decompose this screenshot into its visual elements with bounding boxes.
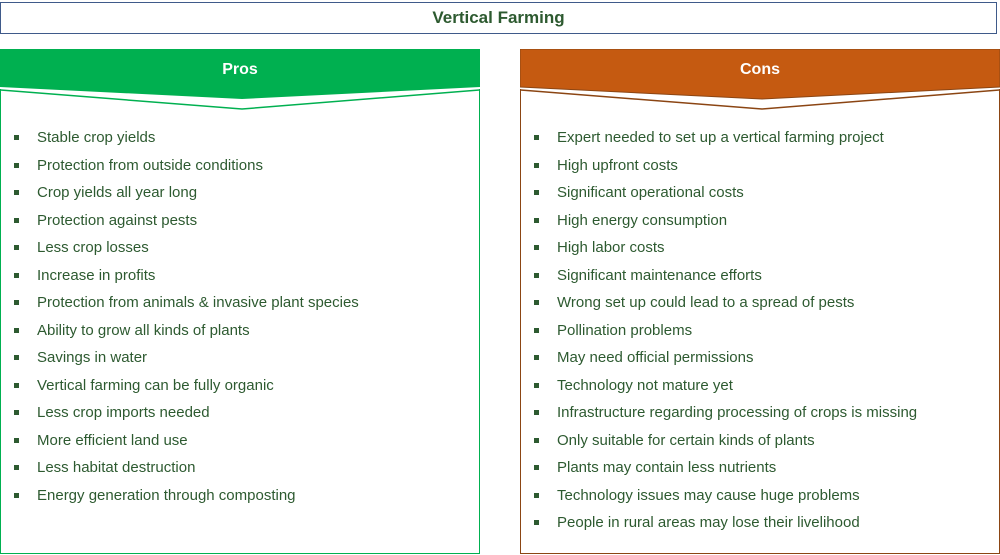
pros-item-text: Protection from outside conditions	[37, 156, 263, 174]
pros-list-item: Protection against pests	[0, 210, 359, 238]
cons-list-item: Expert needed to set up a vertical farmi…	[520, 127, 917, 155]
cons-item-text: Pollination problems	[557, 321, 693, 339]
cons-list-item: People in rural areas may lose their liv…	[520, 512, 917, 540]
pros-list-item: More efficient land use	[0, 430, 359, 458]
pros-list-item: Less crop losses	[0, 237, 359, 265]
cons-list-item: High energy consumption	[520, 210, 917, 238]
pros-item-text: Stable crop yields	[37, 129, 156, 146]
cons-item-text: High labor costs	[557, 239, 665, 256]
cons-item-text: High upfront costs	[557, 156, 678, 174]
pros-list-item: Less habitat destruction	[0, 457, 359, 485]
square-bullet-icon	[14, 355, 19, 360]
cons-item-text: Significant operational costs	[557, 184, 744, 201]
cons-list-item: Technology not mature yet	[520, 375, 917, 403]
square-bullet-icon	[14, 437, 19, 443]
square-bullet-icon	[534, 492, 539, 498]
cons-item-text: Technology issues may cause huge problem…	[557, 486, 860, 504]
pros-item-text: Less habitat destruction	[37, 459, 196, 476]
cons-list-item: Infrastructure regarding processing of c…	[520, 402, 917, 430]
cons-list-item: High labor costs	[520, 237, 917, 265]
pros-list-item: Increase in profits	[0, 265, 359, 293]
square-bullet-icon	[534, 162, 539, 168]
square-bullet-icon	[534, 465, 539, 470]
pros-list-item: Protection from animals & invasive plant…	[0, 292, 359, 320]
square-bullet-icon	[14, 410, 19, 415]
pros-list-item: Protection from outside conditions	[0, 155, 359, 183]
pros-item-text: Crop yields all year long	[37, 184, 198, 201]
cons-item-text: People in rural areas may lose their liv…	[557, 514, 860, 531]
pros-item-text: Protection against pests	[37, 211, 198, 229]
square-bullet-icon	[14, 272, 19, 278]
square-bullet-icon	[534, 327, 539, 333]
cons-item-text: Expert needed to set up a vertical farmi…	[557, 129, 884, 146]
pros-list-item: Stable crop yields	[0, 127, 359, 155]
square-bullet-icon	[14, 382, 19, 388]
square-bullet-icon	[14, 245, 19, 250]
square-bullet-icon	[14, 300, 19, 305]
square-bullet-icon	[534, 355, 539, 360]
pros-header-label: Pros	[222, 61, 258, 78]
pros-item-text: Energy generation through composting	[37, 486, 296, 504]
pros-list-item: Vertical farming can be fully organic	[0, 375, 359, 403]
cons-list-item: Wrong set up could lead to a spread of p…	[520, 292, 917, 320]
pros-item-text: Protection from animals & invasive plant…	[37, 294, 359, 311]
square-bullet-icon	[534, 520, 539, 525]
cons-item-text: High energy consumption	[557, 211, 728, 229]
cons-item-text: Technology not mature yet	[557, 376, 733, 394]
square-bullet-icon	[14, 217, 19, 223]
square-bullet-icon	[14, 465, 19, 470]
cons-list-item: Pollination problems	[520, 320, 917, 348]
pros-item-text: Less crop imports needed	[37, 404, 210, 421]
pros-item-text: Increase in profits	[37, 266, 156, 284]
pros-list: Stable crop yields Protection from outsid…	[0, 127, 359, 512]
square-bullet-icon	[14, 162, 19, 168]
square-bullet-icon	[534, 300, 539, 305]
cons-item-text: Only suitable for certain kinds of plant…	[557, 431, 815, 449]
square-bullet-icon	[534, 245, 539, 250]
cons-list-item: Significant maintenance efforts	[520, 265, 917, 293]
square-bullet-icon	[534, 217, 539, 223]
pros-list-item: Crop yields all year long	[0, 182, 359, 210]
pros-list-item: Savings in water	[0, 347, 359, 375]
pros-item-text: Ability to grow all kinds of plants	[37, 321, 250, 339]
cons-list-item: Technology issues may cause huge problem…	[520, 485, 917, 513]
cons-item-text: May need official permissions	[557, 349, 754, 366]
square-bullet-icon	[14, 135, 19, 140]
cons-list-item: Plants may contain less nutrients	[520, 457, 917, 485]
square-bullet-icon	[534, 272, 539, 278]
page-title: Vertical Farming	[432, 8, 565, 27]
cons-item-text: Plants may contain less nutrients	[557, 459, 777, 476]
square-bullet-icon	[14, 327, 19, 333]
cons-item-text: Wrong set up could lead to a spread of p…	[557, 294, 855, 311]
pros-list-item: Less crop imports needed	[0, 402, 359, 430]
pros-item-text: Vertical farming can be fully organic	[37, 376, 274, 394]
cons-item-text: Infrastructure regarding processing of c…	[557, 404, 918, 421]
square-bullet-icon	[534, 437, 539, 443]
pros-list-item: Energy generation through composting	[0, 485, 359, 513]
cons-item-text: Significant maintenance efforts	[557, 266, 762, 284]
pros-item-text: More efficient land use	[37, 431, 188, 449]
square-bullet-icon	[14, 492, 19, 498]
square-bullet-icon	[534, 410, 539, 415]
pros-item-text: Savings in water	[37, 349, 148, 366]
square-bullet-icon	[534, 135, 539, 140]
square-bullet-icon	[534, 190, 539, 195]
title-box: Vertical Farming	[0, 2, 997, 34]
cons-list-item: May need official permissions	[520, 347, 917, 375]
pros-item-text: Less crop losses	[37, 239, 149, 256]
cons-header-label: Cons	[740, 61, 780, 78]
square-bullet-icon	[534, 382, 539, 388]
cons-list: Expert needed to set up a vertical farmi…	[520, 127, 917, 540]
cons-list-item: High upfront costs	[520, 155, 917, 183]
cons-list-item: Significant operational costs	[520, 182, 917, 210]
pros-list-item: Ability to grow all kinds of plants	[0, 320, 359, 348]
square-bullet-icon	[14, 190, 19, 195]
cons-list-item: Only suitable for certain kinds of plant…	[520, 430, 917, 458]
